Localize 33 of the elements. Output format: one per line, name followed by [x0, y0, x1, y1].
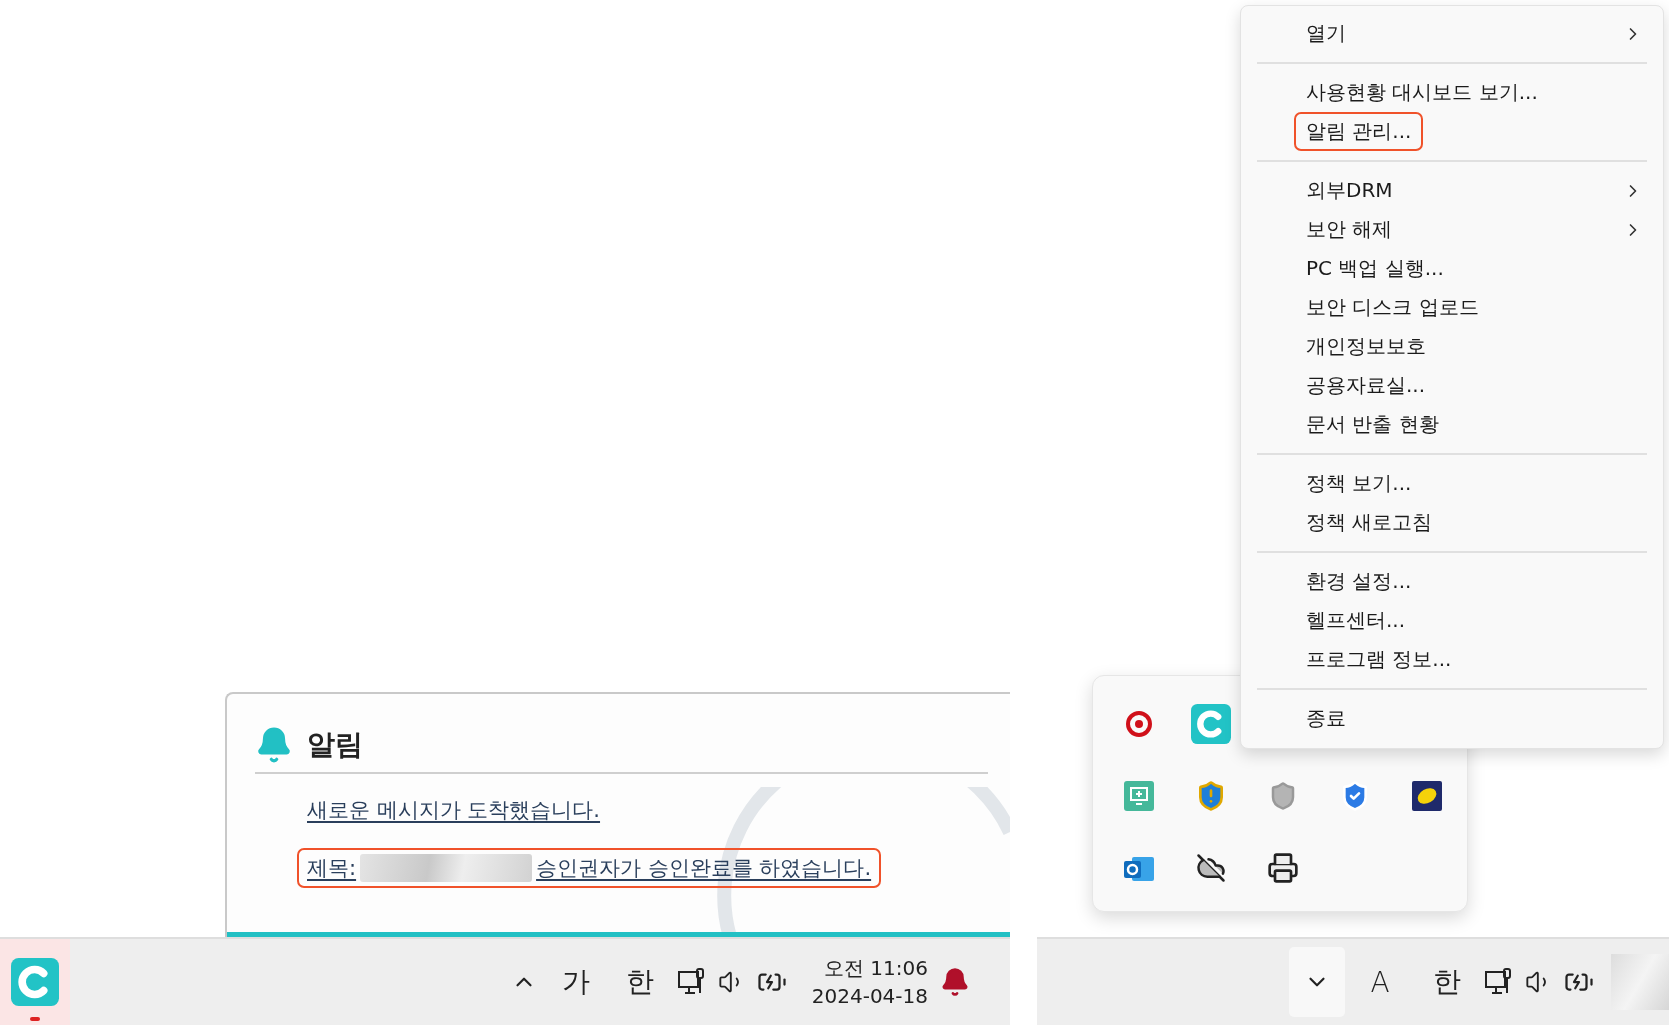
notification-bell-icon [940, 967, 970, 997]
menu-item[interactable]: PC 백업 실행... [1294, 249, 1456, 288]
message-link[interactable]: 제목: 승인권자가 승인완료를 하였습니다. [297, 848, 882, 888]
redacted-clock [1611, 954, 1669, 1010]
ime-language-text[interactable]: 한 [607, 963, 672, 1001]
menu-item[interactable]: 보안 디스크 업로드 [1294, 288, 1491, 327]
menu-item[interactable]: 공용자료실... [1294, 366, 1438, 405]
menu-item[interactable]: 종료 [1294, 699, 1358, 738]
menu-item[interactable]: 알림 관리... [1294, 112, 1424, 151]
menu-item[interactable]: 외부DRM [1294, 171, 1405, 210]
ime-mode-text[interactable]: 가 [543, 963, 608, 1001]
menu-item[interactable]: 보안 해제 [1294, 210, 1405, 249]
ime-language-text[interactable]: 한 [1415, 963, 1479, 1001]
menu-item[interactable]: 사용현황 대시보드 보기... [1294, 73, 1550, 112]
bell-icon [255, 726, 293, 764]
menu-item[interactable]: 프로그램 정보... [1294, 640, 1464, 679]
menu-item[interactable]: 환경 설정... [1294, 562, 1424, 601]
printer-icon [1267, 852, 1299, 884]
message-link[interactable]: 새로운 메시지가 도착했습니다. [297, 790, 611, 830]
menu-item[interactable]: 헬프센터... [1294, 601, 1418, 640]
target-icon[interactable] [1125, 710, 1153, 738]
app-tile[interactable] [0, 939, 70, 1025]
clock-time[interactable]: 오전 11:06 [824, 954, 928, 982]
notification-title: 알림 [307, 727, 363, 763]
menu-item[interactable]: 문서 반출 현황 [1294, 405, 1451, 444]
lemon-icon[interactable] [1412, 781, 1442, 811]
menu-item[interactable]: 정책 보기... [1294, 464, 1424, 503]
clock-date[interactable]: 2024-04-18 [811, 982, 928, 1010]
ime-mode-text[interactable]: A [1345, 965, 1415, 999]
menu-item[interactable]: 개인정보보호 [1294, 327, 1438, 366]
menu-item[interactable]: 열기 [1294, 14, 1358, 53]
menu-item[interactable]: 정책 새로고침 [1294, 503, 1445, 542]
cloud-off-icon [1196, 853, 1226, 883]
